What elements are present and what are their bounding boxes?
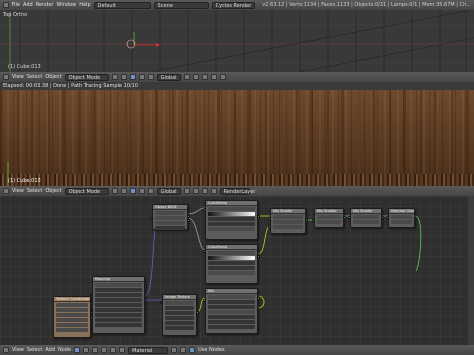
manipulator-icon[interactable]	[129, 188, 136, 194]
manipulator-icon[interactable]	[129, 74, 136, 80]
menu-view[interactable]: View	[12, 74, 24, 80]
node-material-output[interactable]: Material Output	[386, 208, 415, 228]
mode-selector[interactable]: Object Mode	[64, 187, 109, 195]
render-engine-selector[interactable]: Cycles Render	[211, 1, 256, 9]
menu-object[interactable]: Object	[45, 74, 61, 80]
menu-select[interactable]: Select	[27, 74, 42, 80]
node-title: ColorRamp	[206, 245, 257, 250]
node-title: Mapping	[93, 277, 144, 282]
editor-type-icon[interactable]	[3, 347, 9, 353]
use-nodes-label: Use Nodes	[198, 347, 225, 353]
lock-icon[interactable]	[210, 188, 217, 194]
editor-type-icon[interactable]	[3, 188, 9, 194]
menu-add[interactable]: Add	[23, 2, 33, 8]
node-title: Image Texture	[163, 295, 196, 300]
render-preview-icon[interactable]	[219, 74, 226, 80]
use-nodes-checkbox[interactable]	[189, 347, 196, 353]
translate-icon[interactable]	[138, 74, 145, 80]
menu-object[interactable]: Object	[45, 188, 61, 194]
orientation-selector[interactable]: Global	[156, 187, 181, 195]
node-mapping[interactable]: Mapping	[90, 276, 147, 334]
node-image-texture[interactable]: Image Texture	[160, 294, 199, 336]
editor-type-icon[interactable]	[3, 2, 9, 8]
translate-icon[interactable]	[138, 188, 145, 194]
node-title: Texture Coordinate	[54, 297, 90, 302]
texture-nodes-icon[interactable]	[92, 347, 99, 353]
object-icon[interactable]	[101, 347, 108, 353]
fake-user-icon[interactable]	[171, 347, 178, 353]
node-mix-shader-1[interactable]: Mix Shader	[268, 208, 308, 234]
menu-add[interactable]: Add	[45, 347, 55, 353]
layer-icon[interactable]	[183, 74, 190, 80]
object-label: (1) Cube.013	[8, 178, 41, 184]
node-glossy-bsdf[interactable]: Glossy BSDF	[150, 204, 190, 230]
top-info-bar: File Add Render Window Help Default Scen…	[0, 0, 474, 10]
layout-selector[interactable]: Default	[93, 1, 151, 9]
layer-icon[interactable]	[183, 188, 190, 194]
world-icon[interactable]	[110, 347, 117, 353]
viewport-grid	[0, 10, 474, 72]
node-title: Mix	[206, 289, 257, 294]
rotate-icon[interactable]	[147, 188, 154, 194]
node-editor-scrollbar[interactable]	[468, 196, 474, 345]
layer-icon[interactable]	[192, 74, 199, 80]
material-selector[interactable]: Material	[128, 346, 169, 354]
snap-icon[interactable]	[210, 74, 217, 80]
view-label: Top Ortho	[3, 12, 28, 18]
pivot-point-icon[interactable]	[120, 188, 127, 194]
viewport-3d-top[interactable]: Top Ortho (1) Cube.013	[0, 10, 474, 72]
orientation-selector[interactable]: Global	[156, 73, 181, 81]
rotate-icon[interactable]	[147, 74, 154, 80]
render-layer-selector[interactable]: RenderLayer	[219, 187, 255, 195]
node-mix-shader-3[interactable]: Mix Shader	[348, 208, 384, 228]
menu-render[interactable]: Render	[36, 2, 54, 8]
add-material-icon[interactable]	[180, 347, 187, 353]
compositing-nodes-icon[interactable]	[83, 347, 90, 353]
editor-type-icon[interactable]	[3, 74, 9, 80]
mode-selector[interactable]: Object Mode	[64, 73, 109, 81]
layer-icon[interactable]	[192, 188, 199, 194]
node-title: Mix Shader	[351, 209, 381, 214]
viewport-3d-rendered[interactable]: Elapsed: 00:03.38 | Done | Path Tracing …	[0, 82, 474, 186]
node-texture-coordinate[interactable]: Texture Coordinate	[53, 296, 93, 338]
menu-node[interactable]: Node	[58, 347, 71, 353]
node-editor[interactable]: Texture Coordinate Mapping Glossy BSDF I…	[0, 196, 474, 345]
pivot-point-icon[interactable]	[120, 74, 127, 80]
layer-icon[interactable]	[201, 188, 208, 194]
menu-select[interactable]: Select	[27, 347, 42, 353]
scene-selector[interactable]: Scene	[153, 1, 209, 9]
menu-window[interactable]: Window	[57, 2, 77, 8]
viewport-header-top: View Select Object Object Mode Global	[0, 72, 474, 82]
viewport-header-rendered: View Select Object Object Mode Global Re…	[0, 186, 474, 196]
shader-nodes-icon[interactable]	[74, 347, 81, 353]
render-axis-overlay	[7, 162, 9, 186]
node-editor-header: View Select Add Node Material Use Nodes	[0, 345, 474, 355]
menu-view[interactable]: View	[12, 347, 24, 353]
node-title: Material Output	[389, 209, 414, 214]
menu-help[interactable]: Help	[79, 2, 90, 8]
node-title: Glossy BSDF	[153, 205, 187, 210]
menu-view[interactable]: View	[12, 188, 24, 194]
menu-select[interactable]: Select	[27, 188, 42, 194]
scene-stats: v2.63.12 | Verts:1134 | Faces:1133 | Obj…	[262, 2, 472, 8]
viewport-shading-icon[interactable]	[111, 74, 118, 80]
node-mix-shader-2[interactable]: Mix Shader	[312, 208, 346, 228]
node-colorramp-1[interactable]: ColorRamp	[203, 200, 260, 240]
node-title: ColorRamp	[206, 201, 257, 206]
node-mix[interactable]: Mix	[203, 288, 260, 334]
node-title: Mix Shader	[315, 209, 343, 214]
material-slot-icon[interactable]	[119, 347, 126, 353]
viewport-shading-icon[interactable]	[111, 188, 118, 194]
node-colorramp-2[interactable]: ColorRamp	[203, 244, 260, 284]
layer-icon[interactable]	[201, 74, 208, 80]
object-label: (1) Cube.013	[8, 64, 41, 70]
menu-file[interactable]: File	[12, 2, 20, 8]
node-title: Mix Shader	[271, 209, 305, 214]
